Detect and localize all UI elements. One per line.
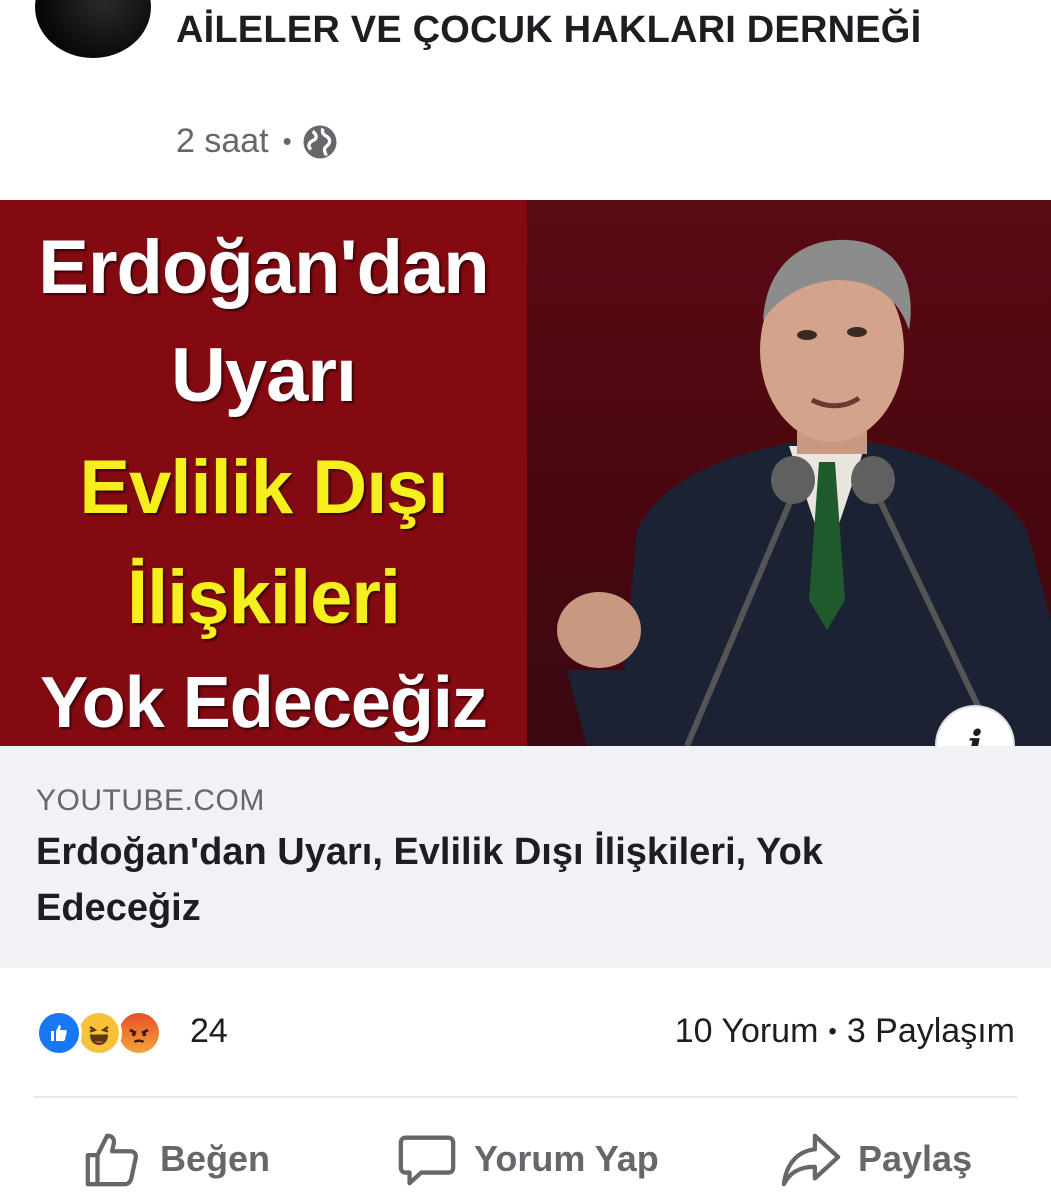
like-button[interactable]: Beğen: [82, 1128, 270, 1190]
thumbnail-line-3: Evlilik Dışı: [79, 445, 448, 530]
post-header: AİLELER VE ÇOCUK HAKLARI DERNEĞİ 2 saat …: [0, 0, 1051, 200]
action-bar: Beğen Yorum Yap Paylaş: [0, 1100, 1051, 1200]
comment-bubble-icon: [398, 1135, 456, 1186]
reaction-count[interactable]: 24: [190, 1012, 228, 1051]
stats-separator: •: [828, 1017, 837, 1045]
globe-icon: [303, 125, 337, 158]
share-label: Paylaş: [858, 1138, 973, 1179]
speaker-photo: [557, 239, 1051, 746]
thumbnail-line-5: Yok Edeceğiz: [40, 663, 488, 743]
link-domain: YOUTUBE.COM: [36, 784, 265, 817]
comment-button[interactable]: Yorum Yap: [396, 1128, 659, 1190]
haha-reaction-icon: [76, 1010, 122, 1056]
divider: [34, 1096, 1017, 1098]
share-count[interactable]: 3 Paylaşım: [847, 1012, 1015, 1051]
page-name[interactable]: AİLELER VE ÇOCUK HAKLARI DERNEĞİ: [176, 4, 936, 56]
share-arrow-icon: [781, 1133, 841, 1187]
engagement-stats: 10 Yorum • 3 Paylaşım: [675, 1012, 1015, 1051]
link-preview[interactable]: YOUTUBE.COM Erdoğan'dan Uyarı, Evlilik D…: [0, 746, 1051, 968]
link-thumbnail[interactable]: Erdoğan'dan Uyarı Evlilik Dışı İlişkiler…: [0, 200, 1051, 746]
thumbnail-line-2: Uyarı: [170, 333, 357, 418]
reactions-summary: 24 10 Yorum • 3 Paylaşım: [0, 968, 1051, 1096]
reaction-icons[interactable]: [36, 1010, 162, 1056]
like-label: Beğen: [160, 1138, 271, 1179]
comment-label: Yorum Yap: [474, 1138, 659, 1179]
comment-count[interactable]: 10 Yorum: [675, 1012, 819, 1051]
page-avatar[interactable]: [35, 0, 151, 58]
meta-separator: •: [282, 126, 292, 156]
like-reaction-icon: [36, 1010, 82, 1056]
share-button[interactable]: Paylaş: [780, 1128, 972, 1190]
thumbnail-line-1: Erdoğan'dan: [38, 225, 489, 310]
post-meta: 2 saat •: [176, 122, 338, 161]
thumbs-up-icon: [85, 1133, 139, 1187]
post-timestamp[interactable]: 2 saat: [176, 122, 269, 161]
link-title: Erdoğan'dan Uyarı, Evlilik Dışı İlişkile…: [36, 831, 823, 929]
angry-reaction-icon: [116, 1010, 162, 1056]
thumbnail-line-4: İlişkileri: [126, 555, 401, 640]
